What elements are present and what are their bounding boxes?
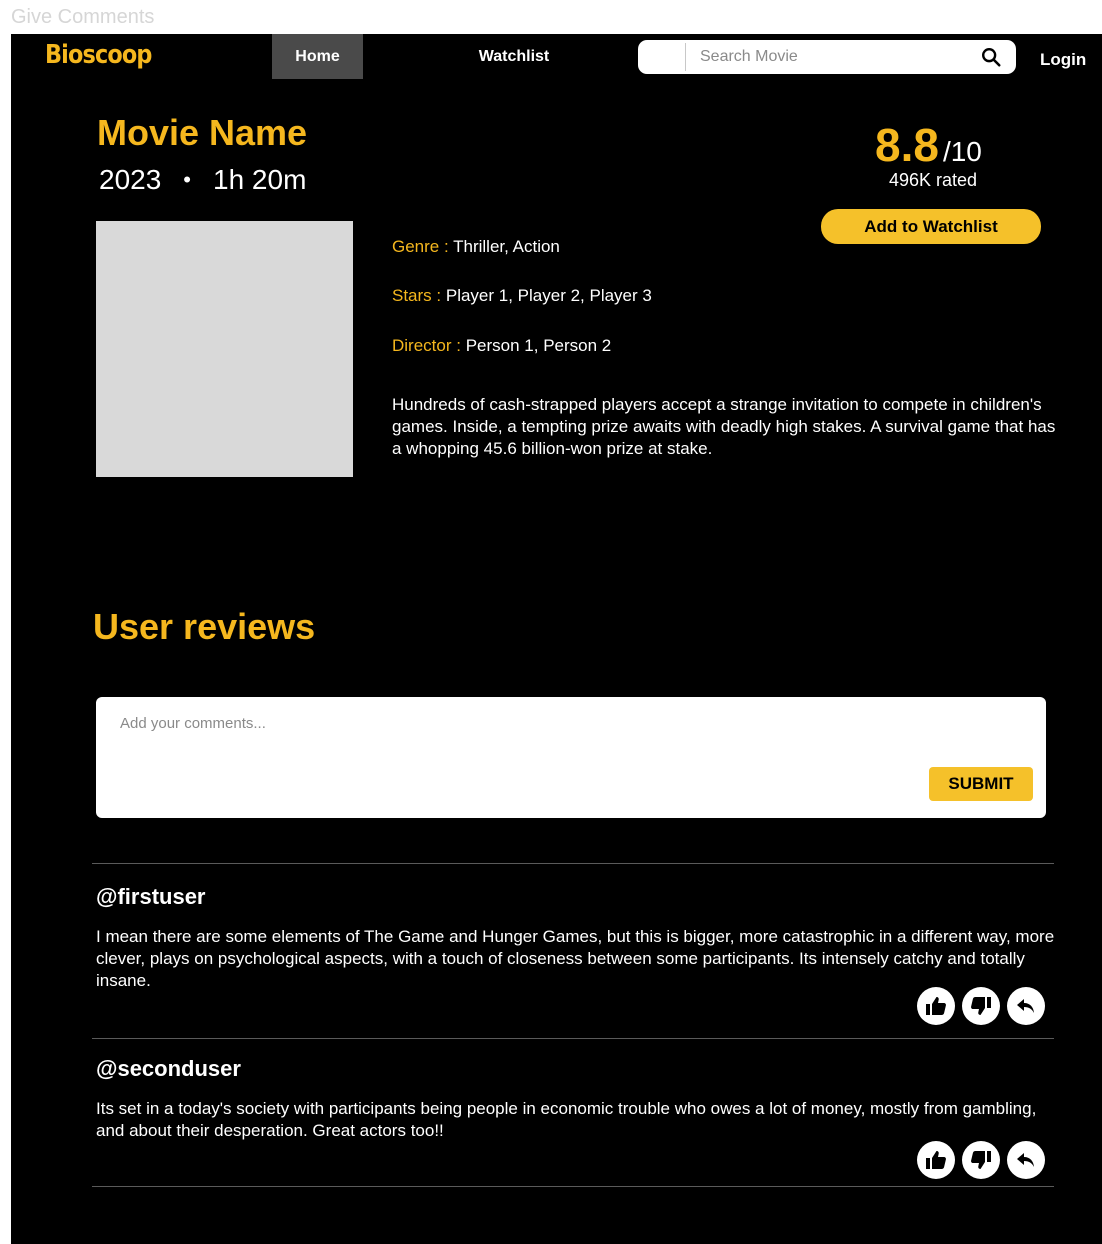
reviews-title: User reviews [93,606,316,647]
search-icon[interactable] [980,46,1002,68]
movie-duration: 1h 20m [213,164,307,195]
rating-out-of: /10 [942,136,982,167]
movie-synopsis: Hundreds of cash-strapped players accept… [392,395,1056,458]
login-link[interactable]: Login [1040,50,1086,70]
review-text: I mean there are some elements of The Ga… [96,927,1055,990]
search-bar [638,40,1016,74]
stars-value: Player 1, Player 2, Player 3 [445,286,652,305]
nav-home[interactable]: Home [272,34,363,79]
reply-icon[interactable] [1007,1141,1045,1179]
genre-label: Genre : [392,237,449,256]
submit-button[interactable]: SUBMIT [929,767,1033,801]
review-username[interactable]: @seconduser [96,1056,1061,1082]
nav-watchlist[interactable]: Watchlist [451,48,577,66]
director-label: Director : [392,336,461,355]
genre-value: Thriller, Action [453,237,560,256]
review-divider [92,863,1054,864]
review-divider [92,1038,1054,1039]
top-nav: Bioscoop Home Watchlist Login [11,34,1102,80]
director-value: Person 1, Person 2 [465,336,612,355]
movie-title: Movie Name [97,112,308,153]
thumbs-down-icon[interactable] [962,987,1000,1025]
frame-label: Give Comments [11,6,155,28]
rating-score: 8.8 [875,119,939,171]
comment-box: SUBMIT [96,697,1046,818]
review-username[interactable]: @firstuser [96,884,1061,910]
review-text: Its set in a today's society with partic… [96,1099,1037,1140]
comment-input[interactable] [120,715,940,775]
stars-label: Stars : [392,286,442,305]
thumbs-up-icon[interactable] [917,987,955,1025]
movie-meta: 2023 • 1h 20m [99,164,306,196]
review-item: @firstuser I mean there are some element… [96,884,1061,992]
movie-stars: Stars : Player 1, Player 2, Player 3 [392,286,652,306]
movie-page: Bioscoop Home Watchlist Login Movie Name… [11,34,1102,1244]
rated-count: 496K rated [888,170,978,190]
search-input[interactable] [700,45,970,69]
movie-director: Director : Person 1, Person 2 [392,336,611,356]
logo[interactable]: Bioscoop [45,40,152,70]
review-divider [92,1186,1054,1187]
movie-year: 2023 [99,164,162,195]
search-divider [685,43,686,71]
reply-icon[interactable] [1007,987,1045,1025]
movie-poster [96,221,353,477]
movie-genre: Genre : Thriller, Action [392,237,560,257]
rating: 8.8 /10 [875,118,982,172]
meta-separator: • [183,167,191,192]
add-to-watchlist-button[interactable]: Add to Watchlist [821,209,1041,244]
review-actions [917,1141,1045,1179]
review-actions [917,987,1045,1025]
review-item: @seconduser Its set in a today's society… [96,1056,1061,1142]
thumbs-up-icon[interactable] [917,1141,955,1179]
thumbs-down-icon[interactable] [962,1141,1000,1179]
